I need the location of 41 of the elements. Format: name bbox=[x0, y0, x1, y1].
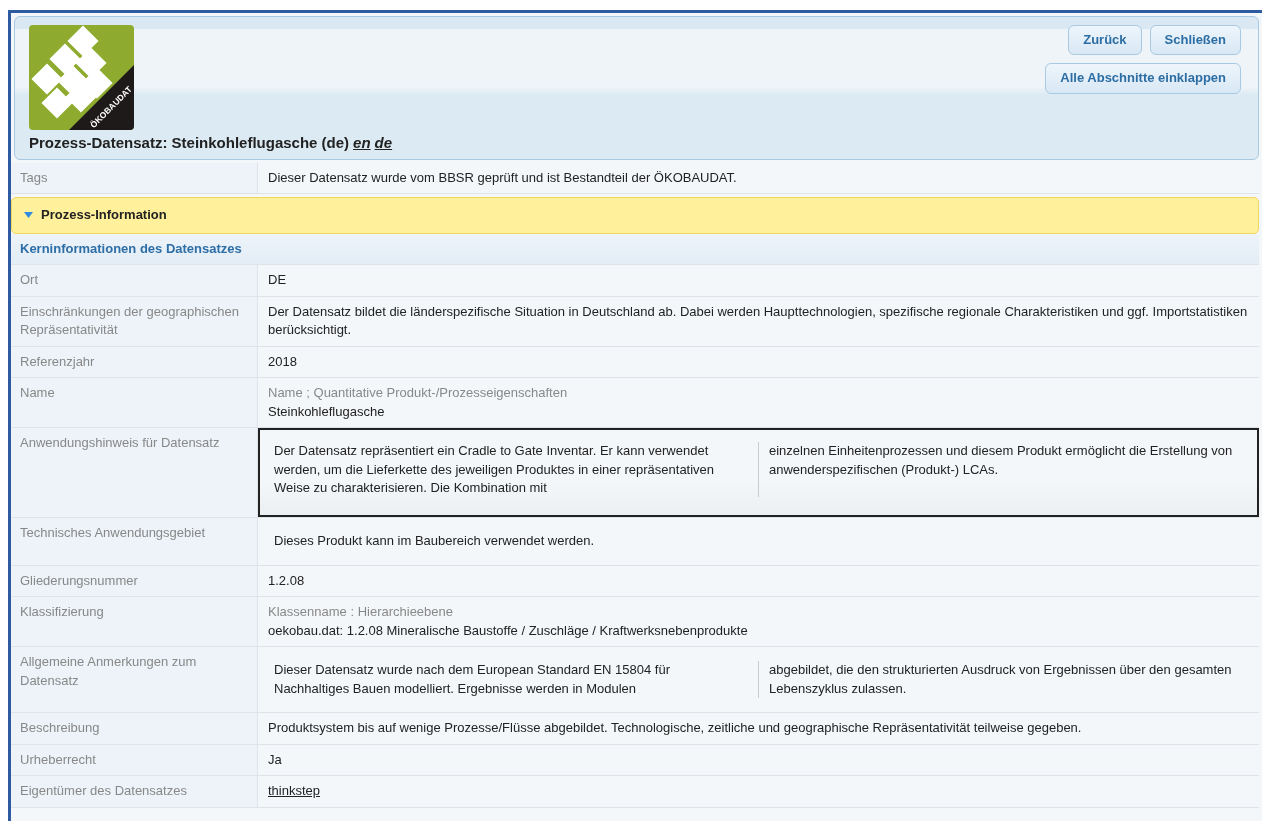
row-label: Urheberrecht bbox=[11, 744, 258, 776]
row-value: Steinkohleflugasche bbox=[268, 402, 386, 421]
row-label: Referenzjahr bbox=[11, 346, 258, 378]
caption-separator: ; bbox=[305, 385, 311, 401]
row-value: Produktsystem bis auf wenige Prozesse/Flüsse abgebildet. Technologische, zeitliche und geographische Repräsentativität teilweise gegeben. bbox=[268, 719, 1083, 738]
row-label: Eigentümer des Datensatzes bbox=[11, 776, 258, 807]
section-header[interactable]: Prozess-Information bbox=[11, 197, 1259, 234]
caption-text: Klassenname bbox=[268, 604, 347, 620]
back-button[interactable]: Zurück bbox=[1068, 25, 1142, 56]
language-link[interactable]: en bbox=[353, 133, 371, 151]
text-column: einzelnen Einheitenprozessen und diesem Produkt ermöglicht die Erstellung von anwenderspezifischen (Produkt-) LCAs. bbox=[758, 442, 1253, 498]
text-column: Dieses Produkt kann im Baubereich verwendet werden. bbox=[264, 532, 1253, 551]
row-label: Einschränkungen der geographischen Repräsentativität bbox=[11, 296, 258, 346]
text-column: Der Datensatz repräsentiert ein Cradle to Gate Inventar. Er kann verwendet werden, um die Lieferkette des jeweiligen Produktes in einer repräsentativen Weise zu charakterisieren. Die Kombination mit bbox=[264, 442, 758, 498]
row-label: Ort bbox=[11, 265, 258, 296]
row-label: Beschreibung bbox=[11, 713, 258, 744]
row-value: 1.2.08 bbox=[268, 571, 306, 590]
row-label: Gliederungsnummer bbox=[11, 565, 258, 597]
row-value: DE bbox=[268, 271, 288, 290]
row-label: Allgemeine Anmerkungen zum Datensatz bbox=[11, 647, 258, 713]
row-label: Technisches Anwendungsgebiet bbox=[11, 518, 258, 565]
close-button[interactable]: Schließen bbox=[1149, 25, 1241, 56]
caption-separator: : bbox=[349, 604, 355, 620]
row-label: Name bbox=[11, 378, 258, 428]
owner-link[interactable]: thinkstep bbox=[268, 783, 321, 799]
row-value: Der Datensatz bildet die länderspezifische Situation in Deutschland ab. Dabei werden Haupttechnologien, spezifische regionale Charakteristiken und ggf. Importstatistiken berücksichtigt. bbox=[268, 302, 1249, 340]
row-label: Tags bbox=[11, 163, 258, 194]
row-value: oekobau.dat: 1.2.08 Mineralische Baustoffe / Zuschläge / Kraftwerksnebenprodukte bbox=[268, 621, 749, 640]
page-title: Prozess-Datensatz: Steinkohleflugasche (de) bbox=[29, 133, 350, 151]
row-value: 2018 bbox=[268, 352, 298, 371]
caption-text: Quantitative Produkt-/Prozesseigenschaften bbox=[313, 385, 568, 401]
text-column: abgebildet, die den strukturierten Ausdruck von Ergebnissen über den gesamten Lebenszyklus zulassen. bbox=[758, 661, 1253, 699]
caption-text: Name bbox=[268, 385, 303, 401]
text-column: Dieser Datensatz wurde nach dem European Standard EN 15804 für Nachhaltiges Bauen modelliert. Ergebnisse werden in Modulen bbox=[264, 661, 758, 699]
row-value: Ja bbox=[268, 750, 283, 769]
collapse-all-button[interactable]: Alle Abschnitte einklappen bbox=[1045, 63, 1241, 94]
caption-text: Hierarchieebene bbox=[357, 604, 454, 620]
subsection-title: Kerninformationen des Datensatzes bbox=[11, 233, 1259, 266]
language-link[interactable]: de bbox=[374, 133, 393, 151]
row-label: Anwendungshinweis für Datensatz bbox=[11, 428, 258, 518]
row-label: Klassifizierung bbox=[11, 597, 258, 647]
